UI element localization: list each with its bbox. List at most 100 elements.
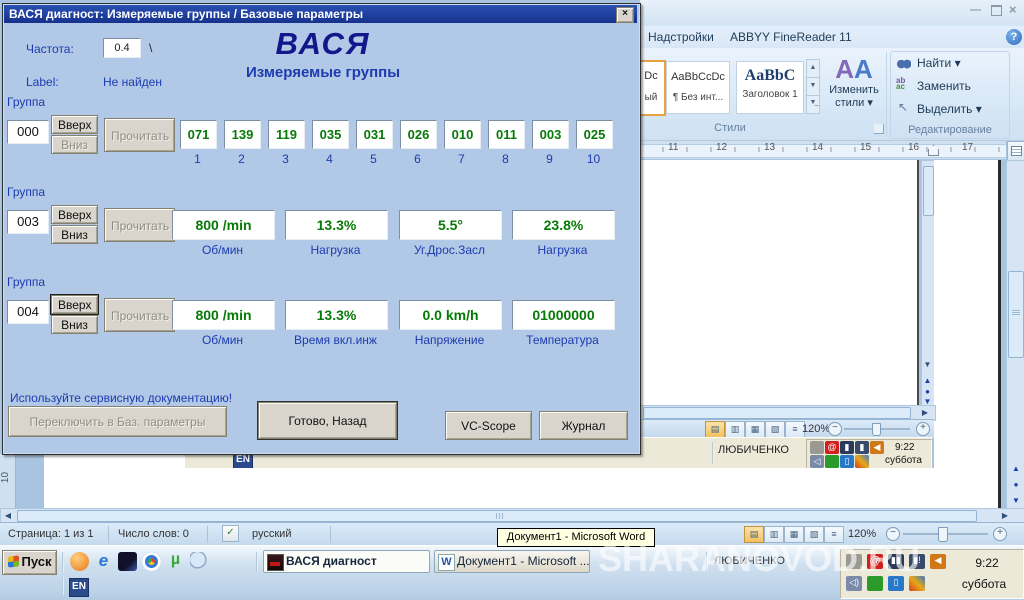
zoom-slider-thumb[interactable] xyxy=(938,527,948,542)
quicklaunch-utorrent-icon[interactable]: µ xyxy=(166,551,185,570)
frequency-input[interactable]: 0.4 xyxy=(103,38,141,58)
group2-number-input[interactable]: 003 xyxy=(7,210,49,234)
style-no-spacing[interactable]: AaBbCcDc ¶ Без инт... xyxy=(666,61,730,114)
view-draft-icon[interactable]: ≡ xyxy=(824,526,844,543)
tray-icon-speaker[interactable]: ◁) xyxy=(846,576,862,591)
find-button[interactable]: Найти ▾ xyxy=(917,56,961,70)
view-outline-icon[interactable]: ▧ xyxy=(804,526,824,543)
tray-icon-gray[interactable] xyxy=(846,554,862,569)
vertical-scrollbar[interactable]: ▲ ● ▼ xyxy=(1006,160,1024,510)
select-button[interactable]: Выделить ▾ xyxy=(917,102,982,116)
inner-scroll-down-icon[interactable]: ▼ xyxy=(922,359,933,371)
taskbar-task-word[interactable]: W Документ1 - Microsoft ... xyxy=(434,550,590,573)
switch-basic-params-button[interactable]: Переключить в Баз. параметры xyxy=(8,406,227,437)
view-fullscreen-icon[interactable]: ▥ xyxy=(764,526,784,543)
view-web-icon[interactable]: ▦ xyxy=(784,526,804,543)
vscroll-thumb[interactable] xyxy=(1008,271,1024,358)
app-logo-subtitle: Измеряемые группы xyxy=(173,64,473,81)
group3-read-button[interactable]: Прочитать xyxy=(104,298,175,332)
close-icon[interactable]: × xyxy=(1009,2,1024,17)
spellcheck-icon[interactable]: ✓ xyxy=(222,525,239,542)
next-page-icon[interactable]: ▼ xyxy=(1009,495,1023,507)
tab-addins[interactable]: Надстройки xyxy=(648,30,714,44)
quicklaunch-ie-icon[interactable]: e xyxy=(94,551,113,570)
help-icon[interactable]: ? xyxy=(1006,29,1022,45)
group2-value: 5.5° xyxy=(399,210,502,240)
tray-clock[interactable]: 9:22 xyxy=(959,556,1015,570)
group1-index: 8 xyxy=(488,152,523,166)
group3-up-button[interactable]: Вверх xyxy=(51,295,98,314)
change-styles-button[interactable]: AA Изменить стили ▾ xyxy=(826,54,882,134)
group1-number-input[interactable]: 000 xyxy=(7,120,49,144)
group1-value: 026 xyxy=(400,120,437,149)
quicklaunch-search-icon[interactable] xyxy=(190,552,209,571)
group3-number-input[interactable]: 004 xyxy=(7,300,49,324)
done-back-button[interactable]: Готово, Назад xyxy=(258,402,397,439)
tray-icon-green[interactable] xyxy=(867,576,883,591)
gallery-down-icon[interactable]: ▼ xyxy=(806,78,820,96)
view-print-layout-icon[interactable]: ▤ xyxy=(744,526,764,543)
document-page[interactable] xyxy=(640,160,919,407)
word-app-icon: W xyxy=(438,554,455,571)
inner-vscroll-thumb[interactable] xyxy=(923,166,934,216)
language-indicator[interactable]: EN xyxy=(69,578,89,597)
dialog-titlebar[interactable]: ВАСЯ диагност: Измеряемые группы / Базов… xyxy=(4,5,637,23)
group3-down-button[interactable]: Вниз xyxy=(51,315,98,334)
zoom-out-icon[interactable]: − xyxy=(886,527,900,541)
style-no-spacing-sample: AaBbCcDc xyxy=(667,71,729,83)
zoom-in-icon[interactable]: + xyxy=(993,527,1007,541)
quicklaunch-chrome-icon[interactable] xyxy=(142,552,161,571)
group1-index: 7 xyxy=(444,152,479,166)
restore-icon[interactable] xyxy=(991,5,1002,16)
status-word-count[interactable]: Число слов: 0 xyxy=(118,528,189,540)
inner-view-buttons: ▤▥▦▧≡ xyxy=(705,421,805,438)
view-buttons[interactable]: ▤ ▥ ▦ ▧ ≡ xyxy=(744,526,844,543)
status-language[interactable]: русский xyxy=(252,528,291,540)
prev-page-icon[interactable]: ▲ xyxy=(1009,463,1023,475)
dialog-close-icon[interactable]: × xyxy=(616,7,634,23)
horizontal-ruler: 11 12 13 14 15 16 17 xyxy=(640,141,1006,159)
styles-group-label: Стили xyxy=(670,122,790,134)
ruler-number: 13 xyxy=(764,142,775,153)
group1-down-button[interactable]: Вниз xyxy=(51,135,98,154)
start-button[interactable]: Пуск xyxy=(2,550,57,575)
browse-object-icon[interactable]: ● xyxy=(1009,479,1023,491)
vc-scope-button[interactable]: VC-Scope xyxy=(445,411,532,440)
tray-icon-network[interactable]: ▮▮ xyxy=(888,554,904,569)
group1-read-button[interactable]: Прочитать xyxy=(104,118,175,152)
group1-up-button[interactable]: Вверх xyxy=(51,115,98,134)
taskbar: Пуск e µ ВАСЯ диагност W Документ1 - Mic… xyxy=(0,545,1024,600)
quicklaunch-app-icon[interactable] xyxy=(118,552,137,571)
group1-value: 031 xyxy=(356,120,393,149)
group2-read-button[interactable]: Прочитать xyxy=(104,208,175,242)
gallery-up-icon[interactable]: ▲ xyxy=(806,59,820,78)
quicklaunch-qip-icon[interactable] xyxy=(70,552,89,571)
group2-down-button[interactable]: Вниз xyxy=(51,225,98,244)
taskbar-task-vasya[interactable]: ВАСЯ диагност xyxy=(263,550,430,573)
tray-icon-network2[interactable]: ▮! xyxy=(909,554,925,569)
group1-value: 010 xyxy=(444,120,481,149)
styles-dialog-launcher-icon[interactable] xyxy=(874,124,884,134)
hscroll-thumb[interactable] xyxy=(17,510,977,522)
tray-day[interactable]: суббота xyxy=(951,577,1017,591)
tray-icon-updater[interactable] xyxy=(909,576,925,591)
group2-unit: Уг.Дрос.Засл xyxy=(399,243,500,257)
zoom-level[interactable]: 120% xyxy=(848,528,876,540)
ruler-toggle-button[interactable] xyxy=(1007,141,1024,161)
frequency-spinner-glyph: \ xyxy=(149,41,152,55)
replace-button[interactable]: Заменить xyxy=(917,79,971,93)
service-hint: Используйте сервисную документацию! xyxy=(10,391,232,405)
style-heading1[interactable]: AaBbC Заголовок 1 xyxy=(736,61,804,114)
log-button[interactable]: Журнал xyxy=(539,411,628,440)
scroll-right-icon[interactable]: ▶ xyxy=(999,510,1011,521)
tray-icon-avira[interactable]: @ xyxy=(867,554,883,569)
tab-abbyy-finereader[interactable]: ABBYY FineReader 11 xyxy=(730,30,852,44)
tray-icon-battery[interactable]: ▯ xyxy=(888,576,904,591)
scroll-left-icon[interactable]: ◀ xyxy=(2,510,14,521)
vertical-ruler: 10 xyxy=(0,454,16,512)
group2-up-button[interactable]: Вверх xyxy=(51,205,98,224)
gallery-more-icon[interactable]: ▼̲ xyxy=(806,96,820,114)
status-page[interactable]: Страница: 1 из 1 xyxy=(8,528,94,540)
tray-icon-volume-mixer[interactable]: ◀ xyxy=(930,554,946,569)
minimize-icon[interactable]: — xyxy=(970,4,986,16)
